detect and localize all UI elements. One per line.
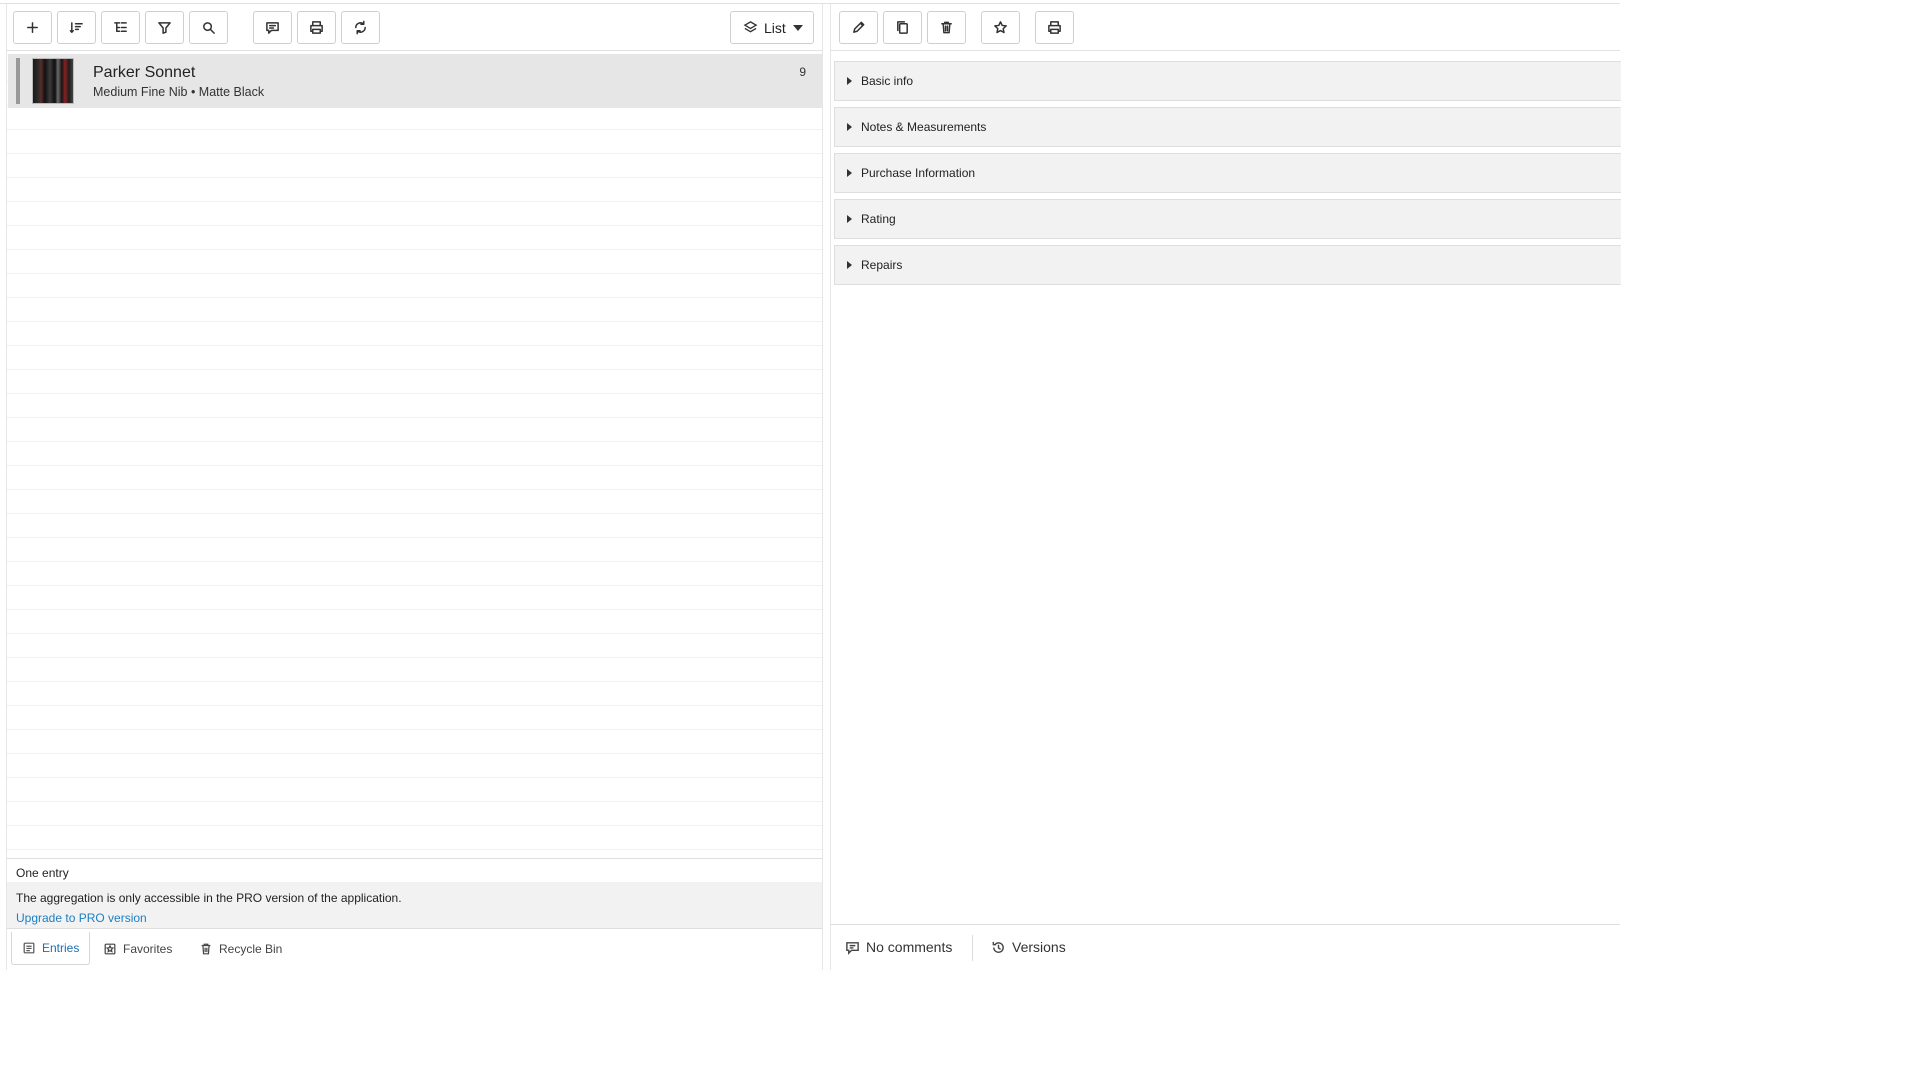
copy-icon (897, 21, 908, 34)
view-mode-select[interactable]: List (730, 11, 814, 44)
chevron-down-icon (793, 25, 803, 31)
history-icon (992, 941, 1004, 953)
entries-pane: List Parker Sonnet Medium Fine Nib • Mat… (6, 4, 823, 970)
comments-button[interactable]: No comments (845, 935, 952, 959)
section-label: Purchase Information (861, 166, 976, 180)
caret-right-icon (847, 261, 852, 269)
layers-icon (743, 21, 758, 33)
pro-notice-text: The aggregation is only accessible in th… (16, 891, 402, 905)
entry-subtitle: Medium Fine Nib • Matte Black (93, 85, 265, 99)
tree-icon (114, 22, 127, 32)
sort-icon (69, 22, 83, 33)
delete-button[interactable] (927, 11, 966, 44)
caret-right-icon (847, 77, 852, 85)
entry-count-status: One entry (7, 858, 822, 881)
section-basic-info[interactable]: Basic info (834, 61, 1621, 101)
caret-right-icon (847, 123, 852, 131)
section-purchase-information[interactable]: Purchase Information (834, 153, 1621, 193)
search-button[interactable] (189, 11, 228, 44)
versions-label: Versions (1012, 939, 1066, 955)
section-label: Rating (861, 212, 896, 226)
star-box-icon (104, 943, 116, 954)
print-entry-button[interactable] (1035, 11, 1074, 44)
print-button[interactable] (297, 11, 336, 44)
group-button[interactable] (101, 11, 140, 44)
list-icon (23, 942, 35, 954)
list-item[interactable]: Parker Sonnet Medium Fine Nib • Matte Bl… (8, 54, 822, 108)
star-icon (994, 21, 1007, 34)
tab-recycle-bin-label: Recycle Bin (219, 941, 283, 956)
tab-favorites-label: Favorites (123, 941, 173, 956)
section-notes-measurements[interactable]: Notes & Measurements (834, 107, 1621, 147)
add-entry-button[interactable] (13, 11, 52, 44)
selection-indicator (16, 58, 20, 104)
bottom-tabs: Entries Favorites Recycle Bin (7, 928, 822, 970)
edit-button[interactable] (839, 11, 878, 44)
detail-footer: No comments Versions (831, 924, 1620, 970)
section-label: Repairs (861, 258, 903, 272)
search-icon (203, 22, 215, 34)
section-label: Notes & Measurements (861, 120, 987, 134)
comment-icon (846, 941, 859, 955)
comment-icon (266, 22, 279, 34)
comment-button[interactable] (253, 11, 292, 44)
caret-right-icon (847, 169, 852, 177)
tab-entries-label: Entries (42, 941, 80, 955)
duplicate-button[interactable] (883, 11, 922, 44)
printer-icon (1048, 21, 1061, 34)
upgrade-link[interactable]: Upgrade to PRO version (16, 908, 822, 928)
tab-entries[interactable]: Entries (11, 932, 91, 965)
section-rating[interactable]: Rating (834, 199, 1621, 239)
trash-icon (941, 21, 952, 34)
caret-right-icon (847, 215, 852, 223)
versions-button[interactable]: Versions (991, 935, 1066, 959)
list-toolbar: List (7, 4, 822, 51)
refresh-button[interactable] (341, 11, 380, 44)
entries-list: Parker Sonnet Medium Fine Nib • Matte Bl… (7, 52, 822, 858)
refresh-icon (355, 20, 366, 35)
app-window: List Parker Sonnet Medium Fine Nib • Mat… (0, 0, 1621, 970)
entry-thumbnail (32, 58, 74, 104)
printer-icon (310, 21, 323, 34)
section-repairs[interactable]: Repairs (834, 245, 1621, 285)
entry-count: 9 (799, 65, 806, 79)
detail-toolbar (831, 4, 1620, 51)
tab-recycle-bin[interactable]: Recycle Bin (199, 932, 282, 965)
view-mode-label: List (764, 19, 786, 36)
filter-button[interactable] (145, 11, 184, 44)
trash-icon (201, 943, 211, 954)
sort-button[interactable] (57, 11, 96, 44)
comments-label: No comments (866, 939, 953, 955)
detail-pane: Basic info Notes & Measurements Purchase… (830, 4, 1621, 970)
entry-title: Parker Sonnet (93, 64, 196, 81)
pro-notice: The aggregation is only accessible in th… (7, 882, 822, 928)
favorite-button[interactable] (981, 11, 1020, 44)
tab-favorites[interactable]: Favorites (103, 932, 172, 965)
pencil-icon (853, 21, 865, 33)
section-label: Basic info (861, 74, 914, 88)
plus-icon (27, 22, 38, 33)
footer-divider (972, 935, 973, 961)
filter-icon (158, 22, 171, 34)
